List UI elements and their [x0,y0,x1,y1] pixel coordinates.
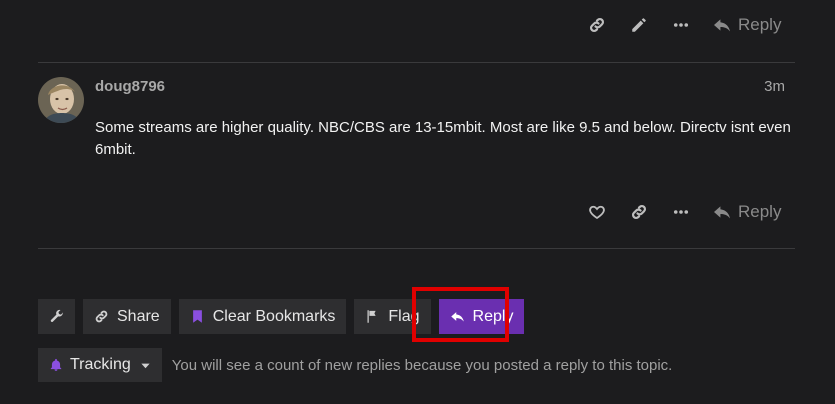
post-divider [38,62,795,63]
link-icon [95,310,108,323]
heart-icon [589,205,605,220]
wrench-icon [50,309,64,322]
avatar[interactable] [38,77,84,123]
link-icon [631,204,647,220]
ellipsis-icon [673,210,689,214]
pencil-icon [632,18,646,32]
post-timestamp[interactable]: 3m [764,78,785,95]
admin-wrench-button[interactable] [38,299,75,334]
user-avatar-image [38,77,84,123]
post-actions: Reply [576,195,791,229]
clear-bookmarks-button[interactable]: Clear Bookmarks [178,299,347,334]
more-actions-button[interactable] [660,8,702,42]
bookmark-icon [192,310,202,323]
copy-link-button[interactable] [576,8,618,42]
post-reply-button[interactable]: Reply [702,8,791,42]
reply-arrow-icon [714,19,730,32]
like-button[interactable] [576,195,618,229]
clear-bookmarks-label: Clear Bookmarks [212,307,336,325]
tracking-description: You will see a count of new replies beca… [171,356,673,374]
edit-post-button[interactable] [618,8,660,42]
share-label: Share [117,307,160,325]
post-username[interactable]: doug8796 [95,78,165,95]
ellipsis-icon [673,23,689,27]
topic-page: Reply doug8796 3m Some streams are highe… [0,0,835,404]
post-divider [38,248,795,249]
flag-label: Flag [388,307,420,325]
flag-icon [367,310,377,323]
previous-post-actions: Reply [576,8,791,42]
reply-label: Reply [738,15,782,34]
copy-link-button[interactable] [618,195,660,229]
reply-arrow-icon [714,206,730,219]
more-actions-button[interactable] [660,195,702,229]
share-button[interactable]: Share [83,299,171,334]
tracking-label: Tracking [70,356,131,373]
caret-down-icon [141,363,150,368]
reply-arrow-icon [450,312,464,322]
notification-tracking-row: Tracking You will see a count of new rep… [38,348,672,382]
reply-label: Reply [738,202,782,221]
post-body: Some streams are higher quality. NBC/CBS… [95,119,791,158]
flag-button[interactable]: Flag [354,299,431,334]
topic-footer-buttons: Share Clear Bookmarks Flag Reply [38,299,525,334]
topic-reply-label: Reply [472,307,514,325]
tracking-dropdown[interactable]: Tracking [38,348,162,382]
topic-reply-button[interactable]: Reply [438,299,525,334]
bell-icon [50,358,62,371]
link-icon [589,17,605,33]
post-reply-button[interactable]: Reply [702,195,791,229]
